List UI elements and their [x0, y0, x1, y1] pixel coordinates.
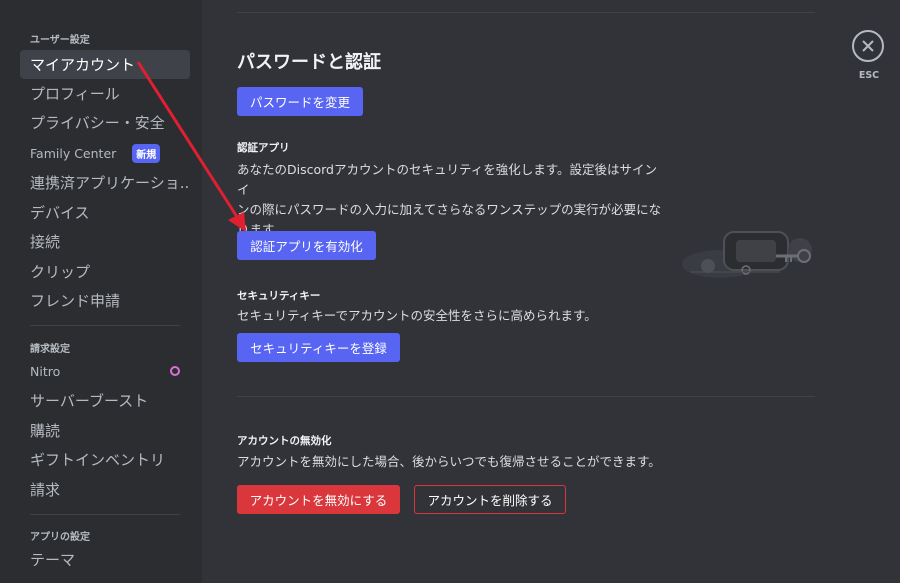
- sidebar-item-subscriptions[interactable]: 購読: [20, 416, 190, 445]
- auth-app-description: あなたのDiscordアカウントのセキュリティを強化します。設定後はサインイ ン…: [237, 160, 667, 240]
- sidebar-item-label: プロフィール: [30, 85, 120, 103]
- divider: [237, 396, 815, 397]
- sidebar-item-label: ギフトインベントリ: [30, 451, 166, 469]
- sidebar-item-label: 購読: [30, 422, 61, 440]
- register-security-key-button[interactable]: セキュリティキーを登録: [237, 333, 400, 362]
- settings-sidebar: ユーザー設定 マイアカウント プロフィール プライバシー・安全 Family C…: [0, 0, 202, 583]
- sidebar-item-devices[interactable]: デバイス: [20, 198, 190, 227]
- desc-line: あなたのDiscordアカウントのセキュリティを強化します。設定後はサインイ: [237, 162, 657, 197]
- close-icon: [862, 40, 874, 52]
- settings-content: パスワードと認証 パスワードを変更 認証アプリ あなたのDiscordアカウント…: [202, 0, 900, 583]
- sidebar-item-my-account[interactable]: マイアカウント: [20, 50, 190, 79]
- sidebar-item-label: テーマ: [30, 551, 76, 569]
- security-key-description: セキュリティキーでアカウントの安全性をさらに高められます。: [237, 308, 597, 323]
- sidebar-item-label: クリップ: [30, 263, 91, 281]
- sidebar-section-billing: 請求設定: [30, 344, 70, 355]
- sidebar-item-privacy-safety[interactable]: プライバシー・安全: [20, 108, 190, 137]
- nitro-icon: [170, 366, 180, 376]
- desc-line: ンの際にパスワードの入力に加えてさらなるワンステップの実行が必要にな: [237, 202, 662, 217]
- security-illustration: [682, 231, 812, 278]
- sidebar-item-billing[interactable]: 請求: [20, 475, 190, 504]
- sidebar-divider: [30, 325, 180, 326]
- sidebar-divider: [30, 514, 180, 515]
- delete-account-button[interactable]: アカウントを削除する: [414, 485, 566, 514]
- sidebar-item-clips[interactable]: クリップ: [20, 257, 190, 286]
- disable-account-heading: アカウントの無効化: [237, 435, 332, 447]
- sidebar-item-connections[interactable]: 接続: [20, 227, 190, 256]
- sidebar-item-family-center[interactable]: Family Center 新規: [20, 139, 190, 168]
- sidebar-item-gift-inventory[interactable]: ギフトインベントリ: [20, 445, 190, 474]
- change-password-button[interactable]: パスワードを変更: [237, 87, 363, 116]
- sidebar-item-label: マイアカウント: [30, 56, 136, 74]
- sidebar-item-profile[interactable]: プロフィール: [20, 79, 190, 108]
- sidebar-item-label: Nitro: [30, 364, 61, 379]
- disable-account-button[interactable]: アカウントを無効にする: [237, 485, 400, 514]
- sidebar-item-label: 請求: [30, 481, 61, 499]
- sidebar-item-theme[interactable]: テーマ: [20, 545, 190, 574]
- esc-label: ESC: [858, 70, 880, 81]
- page-title: パスワードと認証: [237, 52, 381, 73]
- sidebar-item-label: フレンド申請: [30, 292, 121, 310]
- new-badge: 新規: [132, 144, 161, 163]
- sidebar-item-server-boost[interactable]: サーバーブースト: [20, 386, 190, 415]
- sidebar-item-label: 接続: [30, 233, 61, 251]
- sidebar-item-friend-requests[interactable]: フレンド申請: [20, 286, 190, 315]
- sidebar-item-label: サーバーブースト: [30, 392, 149, 410]
- sidebar-item-label: デバイス: [30, 204, 90, 222]
- sidebar-item-label: プライバシー・安全: [30, 114, 165, 132]
- disable-account-description: アカウントを無効にした場合、後からいつでも復帰させることができます。: [237, 454, 661, 469]
- sidebar-item-label: Family Center: [30, 146, 117, 161]
- auth-app-heading: 認証アプリ: [237, 142, 290, 154]
- enable-auth-app-button[interactable]: 認証アプリを有効化: [237, 231, 376, 260]
- close-button[interactable]: [852, 30, 884, 62]
- sidebar-section-app-settings: アプリの設定: [30, 532, 90, 543]
- sidebar-item-label: 連携済アプリケーショ...: [30, 174, 190, 192]
- sidebar-item-nitro[interactable]: Nitro: [20, 357, 190, 386]
- sidebar-item-authorized-apps[interactable]: 連携済アプリケーショ...: [20, 168, 190, 197]
- sidebar-section-user-settings: ユーザー設定: [30, 35, 90, 46]
- security-key-heading: セキュリティキー: [237, 290, 321, 302]
- divider: [237, 12, 815, 13]
